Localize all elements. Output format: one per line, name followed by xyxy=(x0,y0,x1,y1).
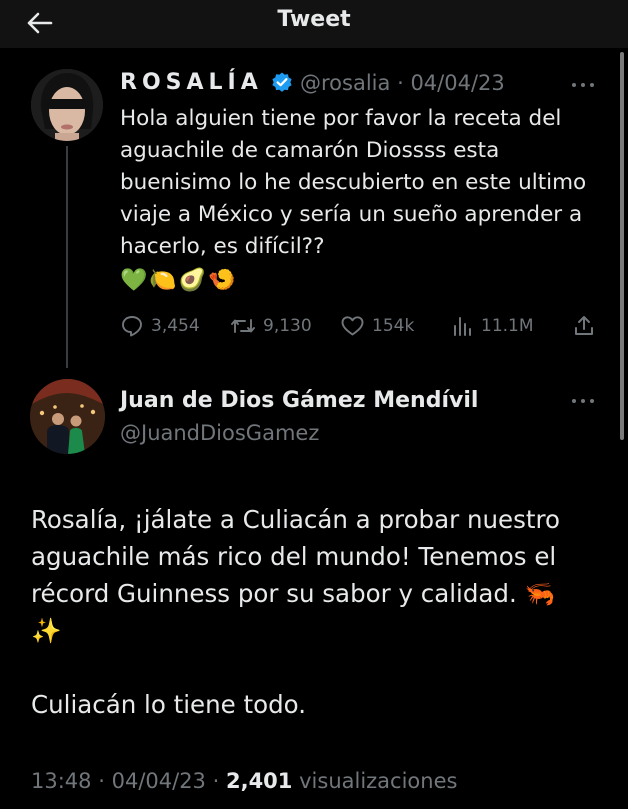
more-options-button[interactable] xyxy=(572,80,596,90)
more-options-button-main[interactable] xyxy=(572,396,596,406)
tweet-date: 04/04/23 xyxy=(410,71,505,95)
main-tweet-text: Rosalía, ¡jálate a Culiacán a probar nue… xyxy=(31,505,561,719)
avatar-rosalia-image xyxy=(31,69,103,141)
views-count: 11.1M xyxy=(481,316,534,336)
views-chart-icon xyxy=(454,317,471,336)
heart-icon xyxy=(341,316,364,336)
meta-separator-1: · xyxy=(98,769,105,793)
reply-button[interactable]: 3,454 xyxy=(120,312,200,340)
thread-connector-line xyxy=(66,146,68,368)
views-label: visualizaciones xyxy=(299,769,458,793)
meta-separator-2: · xyxy=(212,769,220,793)
share-button[interactable] xyxy=(572,312,596,340)
author-name-juan[interactable]: Juan de Dios Gámez Mendívil xyxy=(120,388,478,413)
reply-to-tweet-text: Hola alguien tiene por favor la receta d… xyxy=(120,106,587,259)
retweet-count: 9,130 xyxy=(263,316,312,336)
tweet-date-main: 04/04/23 xyxy=(111,769,206,793)
author-handle-juan[interactable]: @JuandDiosGamez xyxy=(120,421,319,445)
scrollbar[interactable] xyxy=(620,52,624,440)
author-name-rosalia[interactable]: ROSALÍA xyxy=(120,70,263,95)
retweet-icon xyxy=(231,319,255,333)
author-handle-rosalia: @rosalia xyxy=(300,71,391,95)
avatar-juan-de-dios-image xyxy=(30,379,105,454)
tweet-time: 13:48 xyxy=(31,769,92,793)
tweet-meta: 13:48 · 04/04/23 · 2,401 visualizaciones xyxy=(31,769,457,793)
author-handle-date[interactable]: @rosalia · 04/04/23 xyxy=(300,71,505,95)
reply-icon xyxy=(122,316,142,337)
views-count-main[interactable]: 2,401 xyxy=(226,769,292,793)
avatar-rosalia[interactable] xyxy=(31,69,103,141)
like-button[interactable]: 154k xyxy=(340,312,414,340)
verified-badge-icon xyxy=(272,72,292,92)
top-bar: Tweet xyxy=(0,0,628,48)
tweet-emojis: 💚🍋🥑🍤 xyxy=(120,268,238,293)
avatar-juan-de-dios[interactable] xyxy=(30,379,105,454)
separator-dot: · xyxy=(397,71,404,95)
reply-count: 3,454 xyxy=(151,316,200,336)
page-title: Tweet xyxy=(277,7,351,32)
views-button[interactable]: 11.1M xyxy=(452,312,534,340)
retweet-button[interactable]: 9,130 xyxy=(230,312,312,340)
share-icon xyxy=(575,316,593,335)
like-count: 154k xyxy=(372,316,415,336)
